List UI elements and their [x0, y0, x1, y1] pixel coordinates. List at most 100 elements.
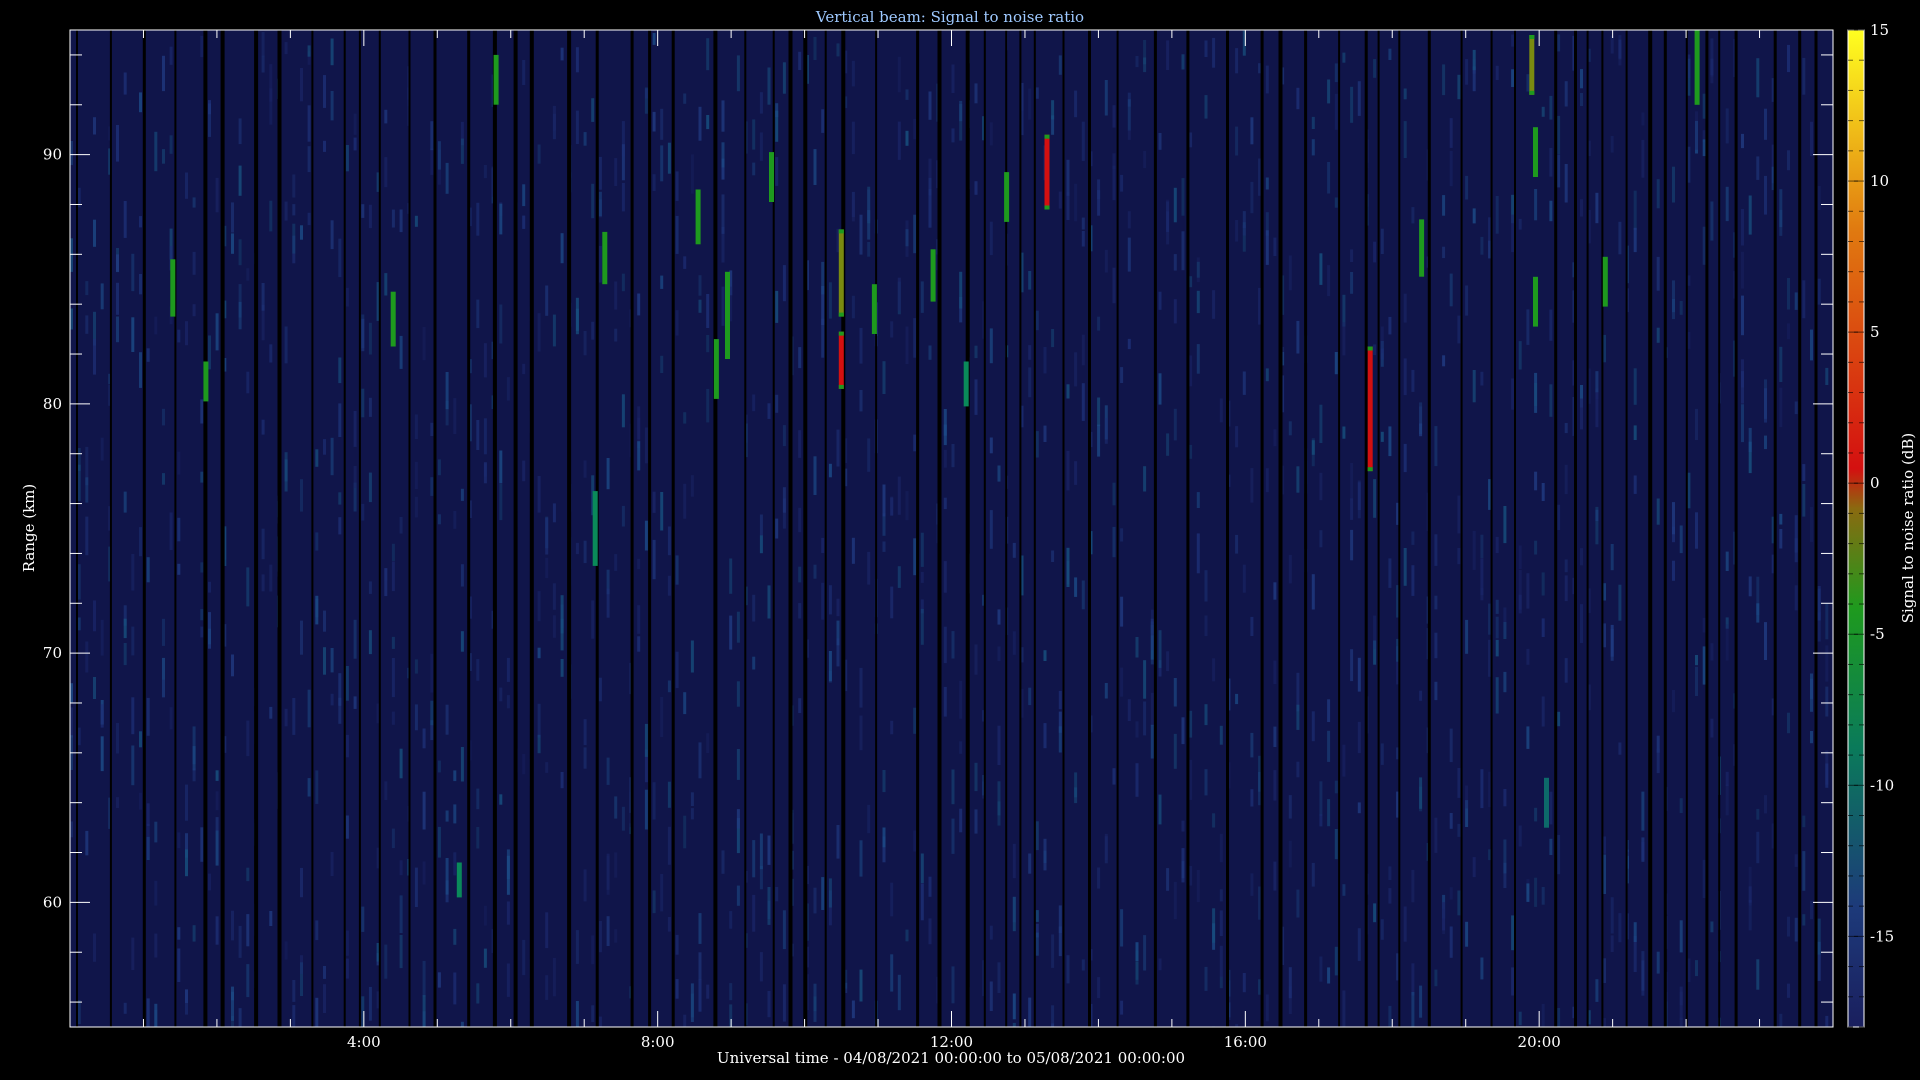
noise-patch: [1204, 95, 1208, 119]
noise-patch: [698, 979, 702, 1012]
noise-patch: [1618, 742, 1622, 755]
noise-patch: [345, 145, 349, 172]
noise-patch: [323, 75, 326, 108]
noise-patch: [238, 1008, 242, 1027]
noise-patch: [736, 55, 740, 92]
noise-patch: [1442, 902, 1446, 931]
noise-patch: [614, 328, 618, 342]
noise-patch: [1419, 406, 1423, 427]
noise-patch: [675, 171, 679, 201]
noise-patch: [943, 561, 947, 593]
noise-patch: [675, 934, 679, 955]
noise-patch: [583, 869, 587, 902]
noise-patch: [1273, 861, 1277, 891]
noise-patch: [185, 989, 188, 1003]
noise-patch: [1787, 916, 1790, 937]
noise-patch: [1212, 37, 1216, 68]
noise-patch: [1311, 438, 1315, 467]
data-gap: [1364, 30, 1368, 1027]
noise-patch: [215, 313, 219, 351]
noise-patch: [1610, 35, 1614, 54]
noise-patch: [1012, 843, 1016, 879]
echo-mark: [456, 862, 462, 898]
colorbar-tick-label: 10: [1870, 172, 1889, 190]
noise-patch: [828, 463, 832, 478]
noise-patch: [177, 329, 181, 343]
noise-patch: [621, 394, 625, 428]
noise-patch: [1802, 280, 1806, 319]
y-tick-label: 80: [43, 395, 62, 413]
noise-patch: [706, 388, 710, 423]
noise-patch: [1212, 658, 1216, 682]
noise-patch: [1641, 951, 1645, 991]
noise-patch: [1350, 649, 1354, 682]
noise-patch: [1166, 433, 1170, 456]
noise-patch: [1541, 106, 1545, 117]
noise-patch: [951, 769, 955, 805]
echo-mark-edge: [838, 331, 844, 336]
noise-patch: [859, 667, 863, 708]
noise-patch: [1265, 177, 1269, 190]
noise-patch: [169, 46, 173, 65]
noise-patch: [1212, 290, 1216, 319]
noise-patch: [545, 285, 549, 316]
data-gap: [713, 30, 718, 1027]
echo-mark-edge: [1529, 35, 1535, 39]
noise-patch: [100, 736, 104, 772]
noise-patch: [169, 707, 173, 730]
noise-patch: [315, 595, 319, 625]
noise-patch: [131, 745, 135, 786]
noise-patch: [1787, 323, 1790, 340]
noise-patch: [1342, 52, 1346, 63]
noise-patch: [859, 214, 863, 255]
noise-patch: [154, 821, 158, 843]
noise-patch: [1434, 817, 1438, 853]
noise-patch: [943, 497, 947, 510]
noise-patch: [537, 144, 541, 164]
noise-patch: [1357, 657, 1361, 692]
noise-patch: [752, 656, 756, 670]
noise-patch: [1327, 265, 1331, 297]
noise-patch: [1043, 425, 1047, 442]
noise-patch: [1580, 93, 1583, 106]
noise-patch: [1334, 93, 1338, 130]
noise-patch: [1166, 651, 1170, 672]
noise-patch: [1633, 190, 1637, 230]
noise-patch: [1173, 733, 1177, 769]
noise-patch: [1449, 728, 1453, 763]
noise-patch: [1189, 132, 1193, 148]
data-gap: [1260, 30, 1264, 1027]
noise-patch: [353, 619, 357, 659]
noise-patch: [1388, 48, 1392, 60]
noise-patch: [1564, 423, 1568, 434]
noise-patch: [1081, 334, 1085, 366]
noise-patch: [1779, 387, 1783, 428]
noise-patch: [261, 574, 265, 592]
noise-patch: [499, 203, 503, 235]
noise-patch: [598, 191, 602, 217]
noise-patch: [959, 741, 963, 754]
noise-patch: [453, 972, 457, 1005]
noise-patch: [1319, 530, 1323, 548]
noise-patch: [1097, 977, 1101, 999]
noise-patch: [890, 720, 894, 735]
noise-patch: [989, 437, 993, 454]
noise-patch: [522, 363, 526, 375]
noise-patch: [345, 287, 349, 307]
noise-patch: [1250, 117, 1254, 145]
echo-mark: [838, 331, 844, 389]
noise-patch: [1702, 93, 1706, 119]
noise-patch: [1702, 226, 1706, 265]
noise-patch: [1327, 79, 1331, 104]
noise-patch: [690, 154, 694, 194]
noise-patch: [775, 157, 779, 186]
noise-patch: [85, 641, 89, 673]
noise-patch: [1603, 854, 1606, 894]
noise-patch: [1334, 946, 1338, 976]
data-gap: [1734, 30, 1738, 1027]
noise-patch: [1411, 369, 1415, 392]
noise-patch: [368, 472, 372, 503]
noise-patch: [752, 119, 756, 150]
noise-patch: [759, 833, 763, 870]
noise-patch: [545, 912, 549, 949]
